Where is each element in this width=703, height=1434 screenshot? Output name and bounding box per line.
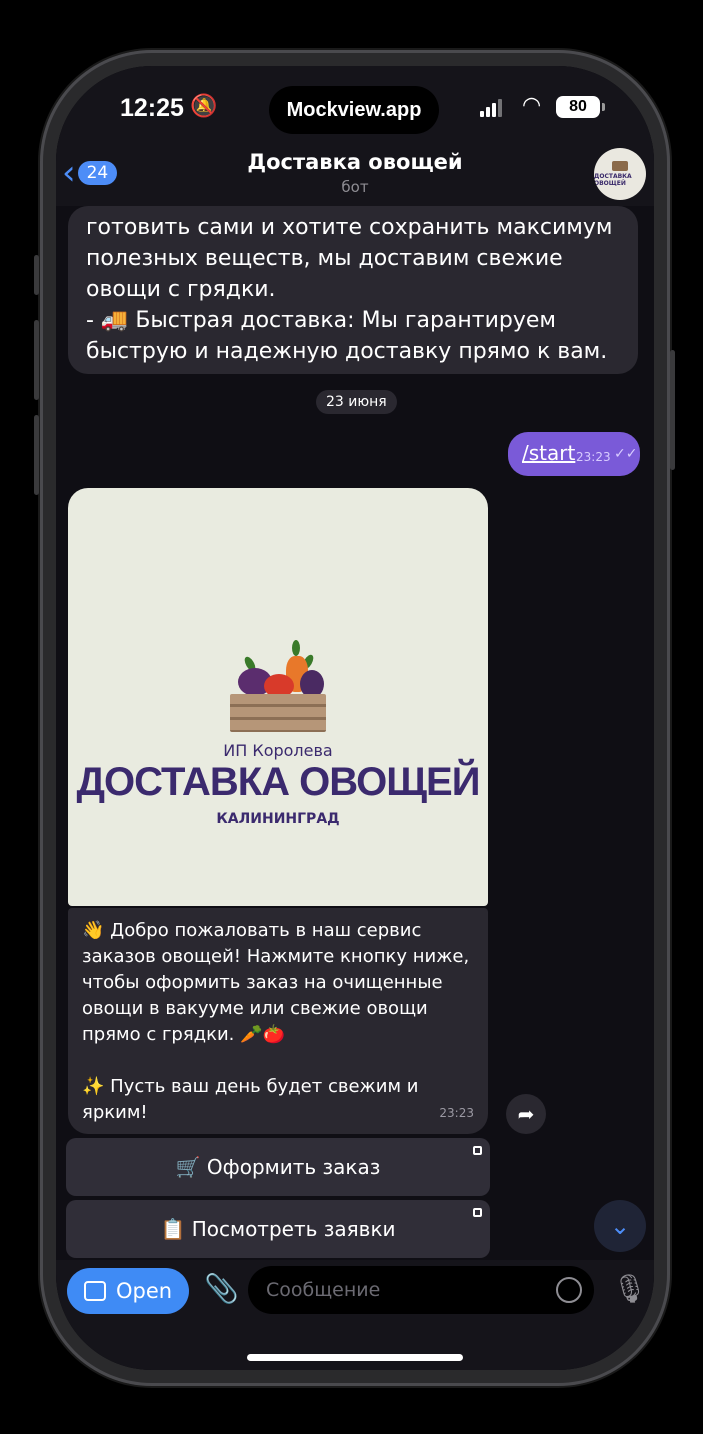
- web-app-icon: [473, 1146, 482, 1155]
- bot-avatar[interactable]: ДОСТАВКА ОВОЩЕЙ: [594, 148, 646, 200]
- logo-owner-text: ИП Королева: [223, 741, 333, 760]
- mute-switch: [34, 255, 39, 295]
- open-label: Open: [115, 1279, 173, 1303]
- share-icon[interactable]: ➦: [506, 1094, 546, 1134]
- phone-screen: 12:25 🔕 Mockview.app ◠ 80 ‹ 24 Доставка …: [56, 66, 654, 1370]
- read-check-icon: ✓✓: [614, 446, 638, 462]
- chat-header: ‹ 24 Доставка овощей бот ДОСТАВКА ОВОЩЕЙ: [56, 144, 654, 206]
- view-requests-label: 📋 Посмотреть заявки: [160, 1217, 396, 1241]
- paperclip-icon[interactable]: 📎: [204, 1272, 239, 1305]
- bell-muted-icon: 🔕: [190, 94, 218, 119]
- scroll-down-button[interactable]: ⌄: [594, 1200, 646, 1252]
- logo-title-text: ДОСТАВКА ОВОЩЕЙ: [76, 760, 481, 804]
- logo-photo[interactable]: ИП Королева ДОСТАВКА ОВОЩЕЙ КАЛИНИНГРАД: [68, 488, 488, 906]
- logo-city-text: КАЛИНИНГРАД: [216, 811, 340, 827]
- order-button-label: 🛒 Оформить заказ: [175, 1155, 381, 1179]
- volume-down-button: [34, 415, 39, 495]
- avatar-logo-icon: [612, 161, 628, 171]
- start-command-link[interactable]: /start: [522, 441, 575, 465]
- chat-title[interactable]: Доставка овощей: [56, 150, 654, 174]
- vegetable-crate-icon: [228, 638, 328, 748]
- order-button[interactable]: 🛒 Оформить заказ: [66, 1138, 490, 1196]
- message-text: готовить сами и хотите сохранить максиму…: [86, 215, 613, 364]
- view-requests-button[interactable]: 📋 Посмотреть заявки: [66, 1200, 490, 1258]
- home-indicator[interactable]: [247, 1354, 463, 1361]
- microphone-icon[interactable]: 🎙: [612, 1272, 648, 1305]
- power-button: [670, 350, 675, 470]
- volume-up-button: [34, 320, 39, 400]
- chevron-down-icon: ⌄: [609, 1212, 631, 1240]
- avatar-logo-text: ДОСТАВКА ОВОЩЕЙ: [594, 173, 632, 187]
- wifi-icon: ◠: [522, 93, 542, 118]
- date-separator: 23 июня: [316, 390, 397, 414]
- message-time: 23:23: [439, 1106, 474, 1120]
- dynamic-island: Mockview.app: [269, 86, 439, 134]
- clock: 12:25: [120, 94, 184, 122]
- welcome-text: 👋 Добро пожаловать в наш сервис заказов …: [82, 920, 470, 1123]
- open-web-app-button[interactable]: Open: [67, 1268, 189, 1314]
- message-input[interactable]: [248, 1266, 594, 1314]
- window-icon: [83, 1281, 106, 1301]
- sticker-icon[interactable]: [556, 1277, 582, 1303]
- battery-indicator: 80: [556, 96, 605, 118]
- welcome-message: 👋 Добро пожаловать в наш сервис заказов …: [68, 908, 488, 1134]
- web-app-icon: [473, 1208, 482, 1217]
- message-time: 23:23: [576, 450, 611, 464]
- cellular-signal-icon: [480, 98, 504, 117]
- chat-subtitle: бот: [341, 178, 369, 196]
- outgoing-message: /start 23:23 ✓✓: [508, 432, 640, 476]
- incoming-message: готовить сами и хотите сохранить максиму…: [68, 206, 638, 374]
